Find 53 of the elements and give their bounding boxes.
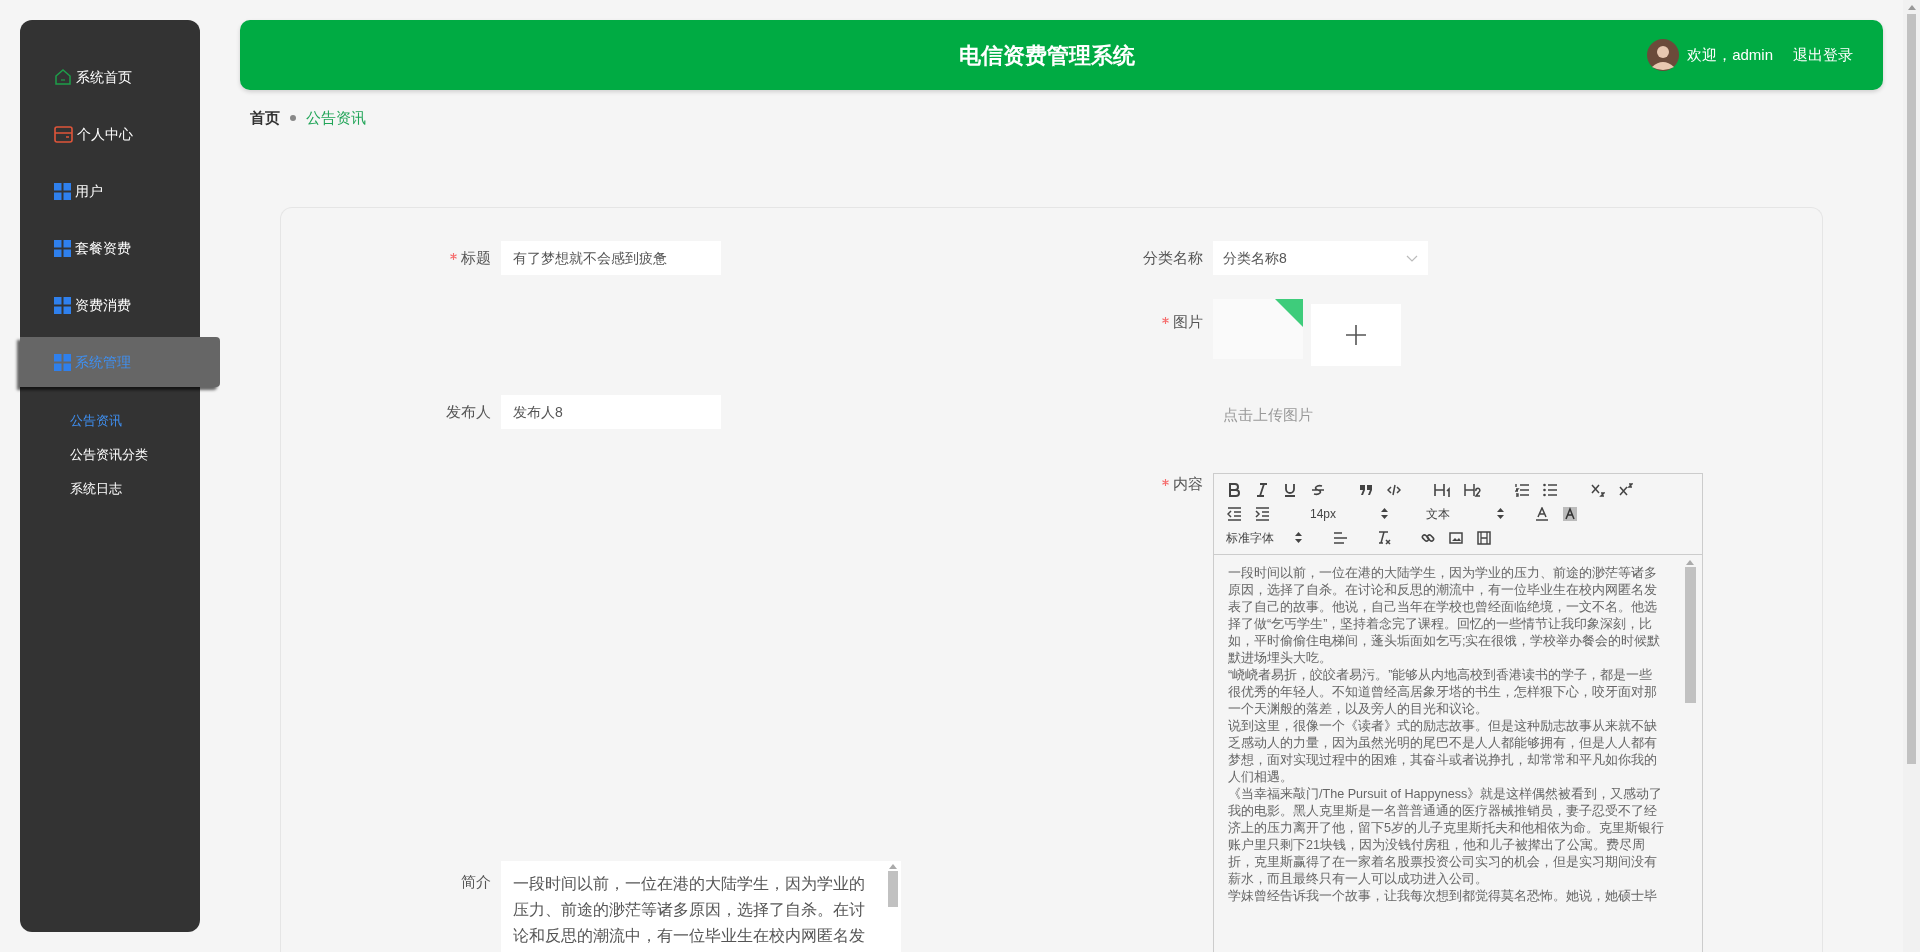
required-icon	[450, 253, 457, 260]
submenu-item[interactable]: 公告资讯分类	[20, 438, 200, 472]
grid-icon	[54, 296, 71, 314]
field-label: 图片	[1173, 312, 1203, 332]
sidebar-item[interactable]: 套餐资费	[20, 223, 200, 273]
breadcrumb-separator	[290, 115, 296, 121]
welcome-text: 欢迎，admin	[1687, 44, 1773, 65]
updown-caret-icon	[1497, 508, 1504, 519]
chevron-down-icon	[1406, 254, 1418, 262]
paragraph: “峣峣者易折，皎皎者易污。”能够从内地高校到香港读书的学子，都是一些很优秀的年轻人。不知道曾经高居象牙塔的书生，怎样狠下心，咬牙面对那一个天渊般的落差，以及旁人的目光和议论。	[1228, 666, 1658, 718]
updown-caret-icon	[1381, 508, 1388, 519]
submenu-item[interactable]: 系统日志	[20, 472, 200, 506]
grid-icon	[54, 239, 71, 257]
paragraph: 说到这里，很像一个《读者》式的励志故事。但是这种励志故事从来就不缺乏感动人的力量，因为虽然光明的尾巴不是人人都能够拥有，但是人人都有梦想，面对实现过程中的困难，其奋斗或者说挣扎，却常常和平凡如你我的人们相遇。	[1228, 717, 1658, 786]
submenu-item[interactable]: 公告资讯	[20, 404, 200, 438]
image-thumbnail[interactable]	[1213, 299, 1303, 359]
category-select[interactable]: 分类名称8	[1213, 241, 1428, 275]
breadcrumb-item: 公告资讯	[306, 107, 366, 128]
upload-hint: 点击上传图片	[1223, 405, 1313, 425]
toolbar-select[interactable]: 14px	[1308, 503, 1388, 524]
scroll-thumb[interactable]	[1907, 14, 1916, 764]
plus-icon	[1345, 324, 1367, 346]
field-label: 发布人	[446, 402, 491, 422]
grid-icon	[54, 353, 71, 371]
intro-text: 一段时间以前，一位在港的大陆学生，因为学业的 压力、前途的渺茫等诸多原因，选择了自杀。在讨 论和反思的潮流中，有一位毕业生在校内网匿名发	[513, 874, 866, 946]
scroll-thumb[interactable]	[1684, 566, 1696, 703]
text-field[interactable]: 有了梦想就不会感到疲惫	[501, 241, 721, 275]
avatar	[1647, 39, 1680, 71]
card-icon	[54, 125, 73, 143]
intro-field[interactable]: 一段时间以前，一位在港的大陆学生，因为学业的 压力、前途的渺茫等诸多原因，选择了自杀。在讨 论和反思的潮流中，有一位毕业生在校内网匿名发	[501, 861, 901, 952]
required-icon	[1162, 317, 1169, 324]
scroll-thumb[interactable]	[888, 871, 898, 907]
paragraph: 一段时间以前，一位在港的大陆学生，因为学业的压力、前途的渺茫等诸多原因，选择了自杀。在讨论和反思的潮流中，有一位毕业生在校内网匿名发表了自己的故事。他说，自己当年在学校也曾经面临绝境，一文不名。他选择了做“乞丐学生”，坚持着念完了课程。回忆的一些情节让我印象深刻，比如，平时偷偷住电梯间，蓬头垢面如乞丐;实在很饿，学校举办餐会的时候默默进场埋头大吃。	[1228, 564, 1662, 667]
success-corner-icon	[1275, 299, 1303, 327]
text-field[interactable]: 发布人8	[501, 395, 721, 429]
required-icon	[1162, 478, 1169, 486]
sidebar-item[interactable]: 用户	[20, 166, 200, 216]
updown-caret-icon	[1295, 532, 1302, 543]
paragraph: 《当幸福来敲门/The Pursuit of Happyness》就是这样偶然被看到，又感动了我的电影。黑人克里斯是一名普普通通的医疗器械推销员，妻子忍受不了经济上的压力离开了他，留下5岁的儿子克里斯托夫和他相依为命。克里斯银行账户里只剩下21块钱，因为没钱付房租，他和儿子被撵出了公寓。费尽周折，克里斯赢得了在一家着名股票投资公司实习的机会，但是实习期间没有薪水，而且最终只有一人可以成功进入公司。	[1228, 785, 1664, 888]
field-label: 分类名称	[1143, 248, 1203, 268]
sidebar-item[interactable]: 资费消费	[20, 280, 200, 330]
breadcrumb-item[interactable]: 首页	[250, 106, 280, 130]
app-title: 电信资费管理系统	[958, 41, 1135, 70]
grid-icon	[54, 182, 71, 200]
field-label: 标题	[461, 248, 491, 268]
field-label: 内容	[1173, 473, 1203, 494]
field-label: 简介	[461, 872, 491, 892]
home-icon	[54, 68, 72, 86]
paragraph: 学妹曾经告诉我一个故事，让我每次想到都觉得莫名恐怖。她说，她硕士毕	[1228, 887, 1658, 905]
sidebar-item[interactable]: 系统首页	[20, 52, 200, 102]
toolbar-select[interactable]: 文本	[1424, 503, 1504, 524]
toolbar-select[interactable]: 标准字体	[1224, 527, 1302, 548]
sidebar-item[interactable]: 个人中心	[20, 109, 200, 159]
